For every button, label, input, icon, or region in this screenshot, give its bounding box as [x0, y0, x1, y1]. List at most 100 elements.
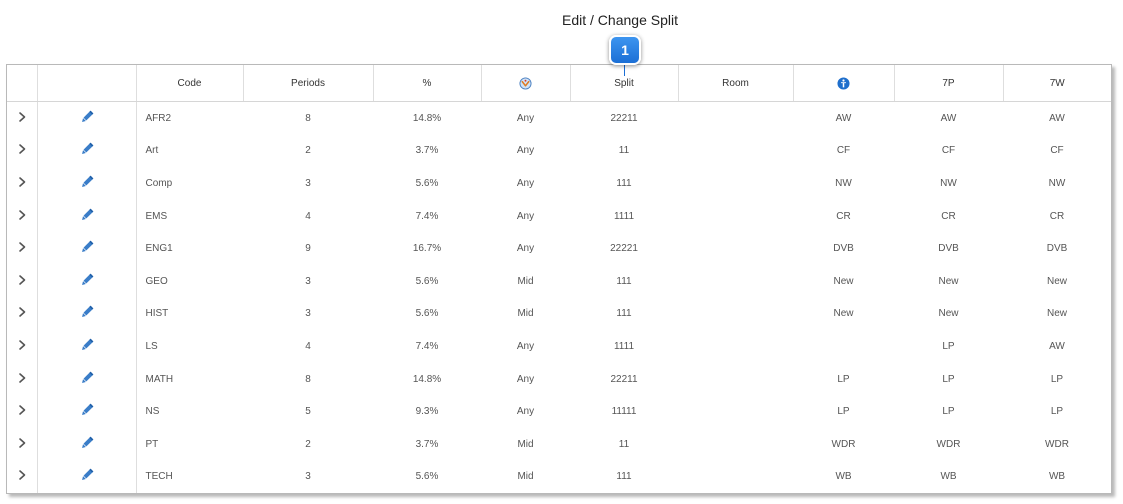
- expand-cell[interactable]: [7, 395, 38, 428]
- expand-cell[interactable]: [7, 460, 38, 493]
- table-row: PT 2 3.7% Mid 11 WDR WDR WDR: [7, 427, 1111, 461]
- edit-cell[interactable]: [37, 395, 136, 428]
- header-7w[interactable]: 7W: [1003, 65, 1111, 102]
- edit-cell[interactable]: [37, 232, 136, 265]
- cell-percent: 3.7%: [415, 145, 439, 157]
- cell-percent: 9.3%: [415, 406, 439, 418]
- cell-split: 22211: [610, 373, 638, 385]
- cell-7w: LP: [1050, 373, 1064, 385]
- header-code[interactable]: Code: [136, 65, 244, 102]
- cell-periods: 9: [305, 243, 311, 255]
- cell-teacher: LP: [837, 373, 850, 385]
- chevron-right-icon[interactable]: [16, 437, 28, 449]
- edit-cell[interactable]: [37, 265, 136, 298]
- pencil-icon[interactable]: [79, 239, 95, 255]
- chevron-right-icon[interactable]: [16, 404, 28, 416]
- cell-room: [678, 395, 793, 428]
- pencil-icon[interactable]: [79, 304, 95, 320]
- cell-periods: 3: [305, 308, 311, 320]
- cell-room: [678, 167, 793, 200]
- pencil-icon[interactable]: [79, 402, 95, 418]
- pencil-icon[interactable]: [79, 337, 95, 353]
- chevron-right-icon[interactable]: [16, 241, 28, 253]
- edit-cell[interactable]: [37, 167, 136, 200]
- expand-cell[interactable]: [7, 362, 38, 396]
- cell-split: 11: [618, 438, 630, 450]
- cell-percent: 7.4%: [415, 210, 439, 222]
- edit-cell[interactable]: [37, 363, 136, 396]
- pencil-icon[interactable]: [79, 174, 95, 190]
- header-teacher[interactable]: [793, 65, 895, 102]
- cell-periods: 2: [305, 145, 311, 157]
- expand-cell[interactable]: [7, 264, 38, 298]
- edit-cell[interactable]: [37, 428, 136, 461]
- split-table-panel: Code Periods % Split Room 7P 7W AFR2 8 1…: [6, 64, 1112, 494]
- cell-period-type: Any: [516, 210, 535, 222]
- edit-cell[interactable]: [37, 200, 136, 233]
- chevron-right-icon[interactable]: [16, 143, 28, 155]
- cell-period-type: Any: [516, 373, 535, 385]
- cell-teacher: New: [833, 308, 854, 320]
- cell-period-type: Any: [516, 145, 535, 157]
- pencil-icon[interactable]: [79, 467, 95, 483]
- cell-periods: 3: [305, 471, 311, 483]
- cell-period-type: Any: [516, 177, 535, 189]
- cell-room: [678, 363, 793, 396]
- table-header-row: Code Periods % Split Room 7P 7W: [7, 65, 1111, 102]
- table-row: MATH 8 14.8% Any 22211 LP LP LP: [7, 362, 1111, 396]
- header-7p[interactable]: 7P: [894, 65, 1004, 102]
- expand-cell[interactable]: [7, 101, 38, 135]
- cell-7p: WB: [940, 471, 957, 483]
- expand-cell[interactable]: [7, 427, 38, 461]
- teacher-info-icon: [837, 76, 850, 90]
- callout-pointer: [624, 64, 625, 76]
- pencil-icon[interactable]: [79, 272, 95, 288]
- cell-7w: LP: [1050, 406, 1064, 418]
- cell-code: TECH: [135, 460, 243, 493]
- cell-7p: LP: [942, 373, 955, 385]
- expand-cell[interactable]: [7, 167, 38, 200]
- edit-cell[interactable]: [37, 330, 136, 363]
- chevron-right-icon[interactable]: [16, 176, 28, 188]
- expand-cell[interactable]: [7, 232, 38, 265]
- edit-cell[interactable]: [37, 298, 136, 331]
- chevron-right-icon[interactable]: [16, 469, 28, 481]
- expand-cell[interactable]: [7, 297, 38, 331]
- pencil-icon[interactable]: [79, 370, 95, 386]
- chevron-right-icon[interactable]: [16, 274, 28, 286]
- cell-percent: 16.7%: [412, 243, 442, 255]
- header-period-type[interactable]: [481, 65, 571, 102]
- chevron-right-icon[interactable]: [16, 372, 28, 384]
- cell-teacher: DVB: [833, 243, 854, 255]
- pencil-icon[interactable]: [79, 109, 95, 125]
- chevron-right-icon[interactable]: [16, 339, 28, 351]
- chevron-right-icon[interactable]: [16, 306, 28, 318]
- cell-code: EMS: [135, 199, 243, 233]
- edit-cell[interactable]: [37, 135, 136, 168]
- table-row: TECH 3 5.6% Mid 111 WB WB WB: [7, 460, 1111, 493]
- pencil-icon[interactable]: [79, 435, 95, 451]
- cell-room: [678, 428, 793, 461]
- cell-7p: New: [938, 308, 959, 320]
- header-percent[interactable]: %: [373, 65, 482, 102]
- cell-periods: 5: [305, 406, 311, 418]
- chevron-right-icon[interactable]: [16, 209, 28, 221]
- pencil-icon[interactable]: [79, 141, 95, 157]
- chevron-right-icon[interactable]: [16, 111, 28, 123]
- expand-cell[interactable]: [7, 199, 38, 233]
- edit-cell[interactable]: [37, 102, 136, 135]
- cell-7p: CF: [941, 145, 956, 157]
- cell-periods: 4: [305, 210, 311, 222]
- header-edit: [37, 65, 137, 102]
- edit-cell[interactable]: [37, 461, 136, 493]
- header-room[interactable]: Room: [678, 65, 794, 102]
- cell-split: 11111: [611, 406, 637, 418]
- pencil-icon[interactable]: [79, 207, 95, 223]
- cell-code: ENG1: [135, 232, 243, 265]
- expand-cell[interactable]: [7, 330, 38, 363]
- expand-cell[interactable]: [7, 134, 38, 168]
- cell-room: [678, 232, 793, 265]
- cell-period-type: Mid: [517, 471, 534, 483]
- header-periods[interactable]: Periods: [243, 65, 374, 102]
- cell-split: 1111: [613, 340, 635, 352]
